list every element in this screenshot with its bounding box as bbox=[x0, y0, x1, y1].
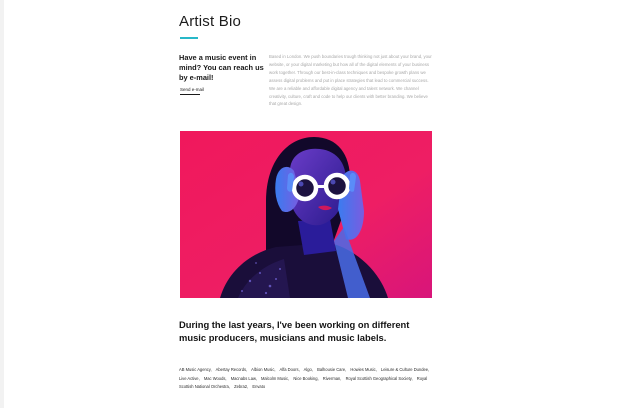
client-item: Abertay Records, bbox=[215, 367, 248, 372]
client-item: Nice Booking, bbox=[293, 375, 319, 381]
client-item: Balhousie Care, bbox=[317, 367, 347, 372]
client-item: Alfa Doors, bbox=[279, 367, 300, 372]
artist-photo bbox=[180, 131, 432, 298]
client-item: Royal Scottish Geographical Society, bbox=[345, 375, 413, 381]
client-item: Riverman, bbox=[322, 375, 342, 381]
client-list: AB Music Agency, Abertay Records, Albion… bbox=[179, 366, 435, 392]
client-item: Envato bbox=[252, 384, 266, 390]
client-item: AB Music Agency, bbox=[179, 367, 212, 372]
contact-heading: Have a music event in mind? You can reac… bbox=[179, 53, 264, 82]
client-item: Zebra2, bbox=[234, 384, 249, 390]
title-underline bbox=[180, 37, 198, 39]
client-item: Albion Music, bbox=[251, 367, 276, 372]
client-item: Malcolm Music, bbox=[261, 375, 290, 381]
artist-photo-illustration bbox=[180, 131, 432, 298]
page-title: Artist Bio bbox=[179, 13, 242, 30]
page: Artist Bio Have a music event in mind? Y… bbox=[0, 0, 629, 408]
bio-paragraph: Based in London. We push boundaries trou… bbox=[269, 54, 432, 107]
send-email-link[interactable]: Send e-mail bbox=[180, 87, 204, 92]
client-item: Leisure & Culture Dundee, bbox=[380, 367, 430, 372]
send-email-underline bbox=[180, 94, 200, 95]
left-edge-divider bbox=[0, 0, 4, 408]
client-item: Mac Woods, bbox=[203, 375, 227, 381]
client-item: Live Active, bbox=[179, 375, 200, 381]
client-item: Howies Music, bbox=[350, 367, 377, 372]
headline: During the last years, I've been working… bbox=[179, 319, 410, 343]
client-item: Algo, bbox=[303, 367, 313, 372]
client-item: Macnabs Law, bbox=[230, 375, 257, 381]
